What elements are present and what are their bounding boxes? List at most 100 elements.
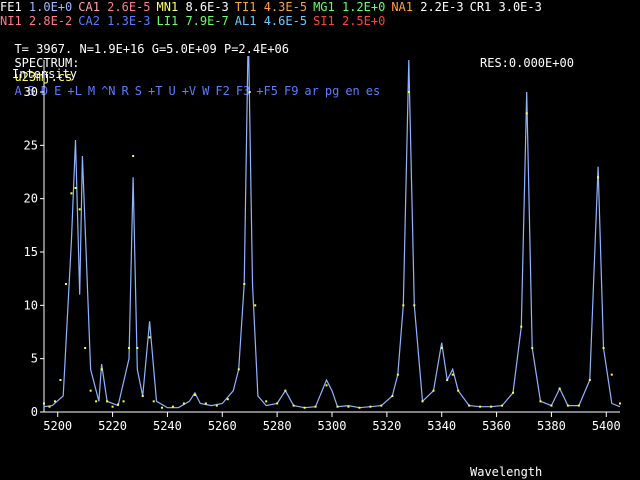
observed-point xyxy=(421,400,424,403)
element-mn1: MN1 8.6E-3 xyxy=(157,0,229,14)
element-name: NI1 xyxy=(0,14,29,28)
observed-point xyxy=(122,400,125,403)
y-tick-label: 0 xyxy=(31,405,38,419)
x-tick-label: 5320 xyxy=(372,419,401,433)
params-line: T= 3967. N=1.9E+16 G=5.0E+09 P=2.4E+06 R… xyxy=(0,28,573,70)
observed-point xyxy=(141,395,144,397)
x-tick-label: 5340 xyxy=(427,419,456,433)
observed-point xyxy=(440,347,443,349)
observed-point xyxy=(152,400,155,403)
observed-point xyxy=(451,373,454,376)
observed-point xyxy=(479,405,482,408)
x-tick-label: 5280 xyxy=(263,419,292,433)
observed-point xyxy=(111,405,114,408)
element-na1: NA1 2.2E-3 xyxy=(391,0,463,14)
element-name: CA1 xyxy=(78,0,108,14)
y-tick-label: 15 xyxy=(24,245,38,259)
observed-point xyxy=(610,373,613,376)
element-abundance: 1.0E+0 xyxy=(28,0,73,14)
observed-point xyxy=(520,325,523,328)
element-abundance: 7.9E-7 xyxy=(185,14,229,28)
x-tick-label: 5200 xyxy=(43,419,72,433)
observed-point xyxy=(558,387,561,390)
observed-point xyxy=(550,404,553,407)
element-row-1: FE1 1.0E+0 CA1 2.6E-5 MN1 8.6E-3 TI1 4.3E-5… xyxy=(0,0,548,14)
observed-point xyxy=(117,403,120,406)
observed-point xyxy=(265,400,268,403)
x-tick-label: 5360 xyxy=(482,419,511,433)
element-name: FE1 xyxy=(0,0,29,14)
element-name: NA1 xyxy=(391,0,421,14)
element-abundance: 2.5E+0 xyxy=(341,14,386,28)
observed-point xyxy=(48,405,51,408)
element-ca2: CA2 1.3E-3 xyxy=(78,14,150,28)
observed-point xyxy=(588,379,591,381)
observed-point xyxy=(74,187,77,189)
element-abundance: 1.3E-3 xyxy=(107,14,151,28)
element-ti1: TI1 4.3E-5 xyxy=(235,0,307,14)
observed-point xyxy=(204,402,207,405)
element-cr1: CR1 3.0E-3 xyxy=(470,0,542,14)
x-tick-label: 5400 xyxy=(592,419,621,433)
observed-point xyxy=(43,402,45,405)
observed-point xyxy=(53,400,56,403)
observed-point xyxy=(148,336,151,339)
observed-point xyxy=(531,347,534,349)
observed-point xyxy=(413,304,416,307)
element-abundance: 4.6E-5 xyxy=(263,14,308,28)
element-abundance: 3.0E-3 xyxy=(498,0,542,14)
element-si1: SI1 2.5E+0 xyxy=(313,14,385,28)
observed-point xyxy=(78,208,81,211)
observed-point xyxy=(501,404,504,407)
observed-point xyxy=(248,91,251,93)
x-tick-label: 5380 xyxy=(537,419,566,433)
observed-point xyxy=(128,347,131,349)
observed-point xyxy=(292,404,295,407)
observed-point xyxy=(70,192,73,195)
observed-point xyxy=(182,402,185,405)
observed-point xyxy=(432,389,435,392)
element-al1: AL1 4.6E-5 xyxy=(235,14,307,28)
spectrum-plot[interactable]: 0 5 10 15 20 25 30 5200 5220 5240 5260 5280 5300 5320… xyxy=(0,56,640,480)
observed-point xyxy=(59,379,62,381)
observed-point xyxy=(215,404,218,407)
observed-point xyxy=(303,406,306,409)
observed-point xyxy=(577,404,580,407)
observed-point xyxy=(539,400,542,403)
element-li1: LI1 7.9E-7 xyxy=(157,14,229,28)
observed-point xyxy=(136,347,139,349)
y-tick-label: 10 xyxy=(24,298,38,312)
x-axis-label: Wavelength xyxy=(470,465,542,479)
element-abundance: 2.2E-3 xyxy=(420,0,464,14)
element-ca1: CA1 2.6E-5 xyxy=(78,0,150,14)
observed-point xyxy=(243,283,246,285)
observed-point xyxy=(106,400,109,403)
element-name: LI1 xyxy=(156,14,186,28)
element-ni1: NI1 2.8E-2 xyxy=(0,14,72,28)
observed-point xyxy=(525,112,528,115)
y-axis-label: Intensity xyxy=(12,67,77,81)
observed-point xyxy=(100,368,103,371)
observed-point xyxy=(347,405,350,408)
observed-point xyxy=(468,404,471,407)
element-fe1: FE1 1.0E+0 xyxy=(0,0,72,14)
x-tick-label: 5300 xyxy=(318,419,347,433)
element-name: MN1 xyxy=(156,0,186,14)
observed-point xyxy=(171,405,174,408)
observed-point xyxy=(391,395,394,397)
element-name: TI1 xyxy=(234,0,264,14)
observed-point xyxy=(619,402,621,405)
observed-point xyxy=(336,405,339,408)
element-name: AL1 xyxy=(234,14,264,28)
observed-point xyxy=(597,176,600,179)
element-name: MG1 xyxy=(313,0,342,14)
observed-point xyxy=(380,404,383,407)
y-tick-label: 20 xyxy=(24,192,38,206)
element-abundance: 8.6E-3 xyxy=(185,0,229,14)
spectrum-line: SPECTRUM: u23mj.cs A B D E +L M ^N R S +T U +V W F2 F3… xyxy=(0,42,386,98)
x-tick-label: 5240 xyxy=(153,419,182,433)
element-name: SI1 xyxy=(313,14,342,28)
element-mg1: MG1 1.2E+0 xyxy=(313,0,385,14)
observed-point xyxy=(358,406,361,409)
y-tick-label: 30 xyxy=(24,85,38,99)
